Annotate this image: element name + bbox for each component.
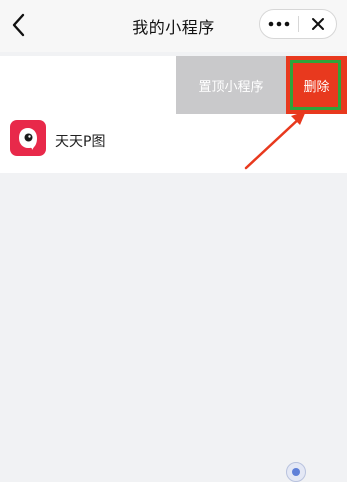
more-dots-icon — [268, 21, 290, 27]
floating-assistant-button[interactable] — [286, 462, 306, 482]
more-button[interactable] — [260, 10, 298, 38]
close-icon — [311, 18, 324, 30]
pin-to-top-button[interactable]: 置顶小程序 — [176, 56, 286, 114]
app-name: 天天P图 — [55, 134, 106, 150]
navigation-bar: 我的小程序 — [0, 0, 347, 52]
app-icon[interactable] — [10, 120, 46, 156]
capsule-menu — [259, 9, 337, 39]
camera-lens-icon — [19, 128, 37, 150]
close-button[interactable] — [299, 10, 336, 38]
delete-highlight-box — [290, 60, 341, 110]
